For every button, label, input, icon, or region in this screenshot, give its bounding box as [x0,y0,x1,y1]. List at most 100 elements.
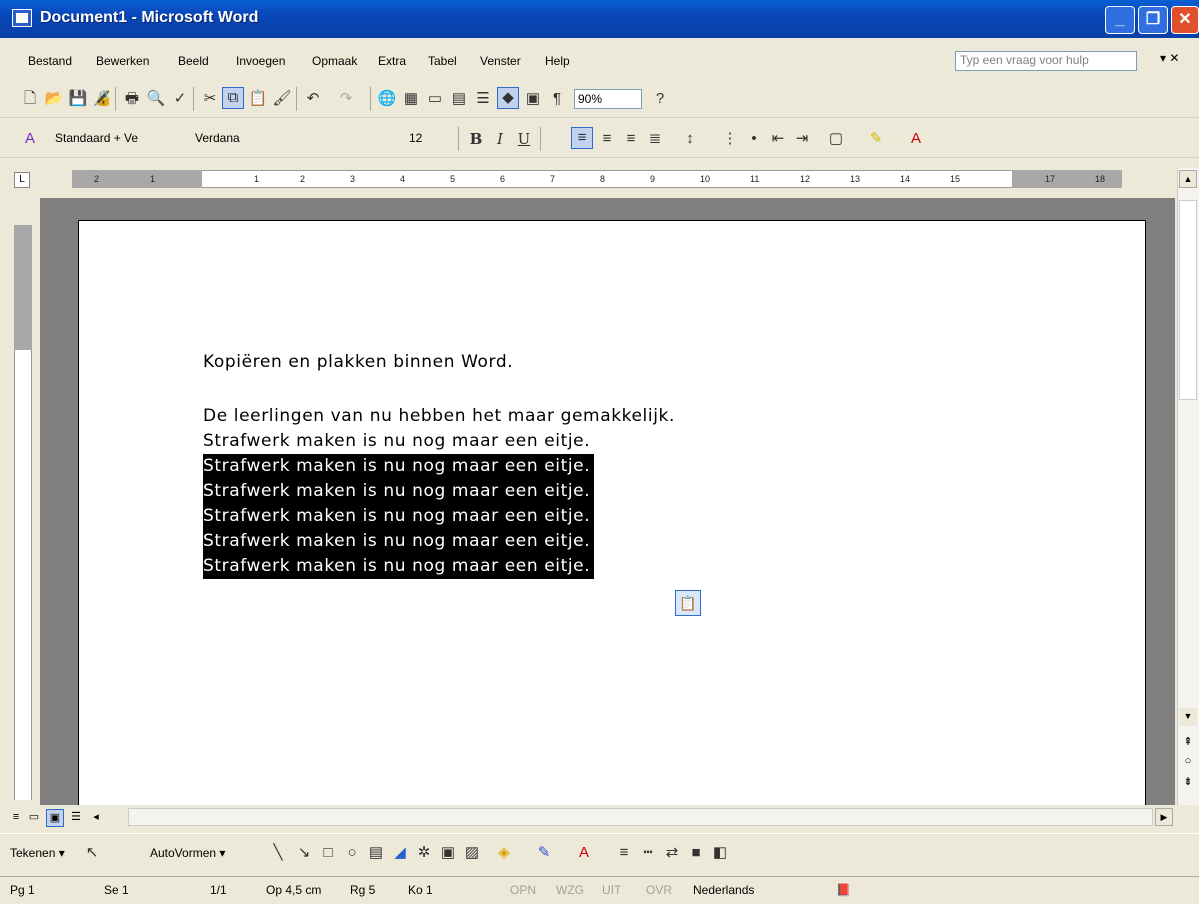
font-size-select[interactable]: 12 [406,129,452,149]
cut-icon[interactable]: ✂ [200,89,220,109]
status-trk[interactable]: WZG [556,883,584,897]
shadow-icon[interactable]: ■ [686,843,706,863]
increase-indent-icon[interactable]: ⇥ [792,129,812,149]
scroll-right-icon[interactable]: ▶ [1155,808,1173,826]
selected-line[interactable]: Strafwerk maken is nu nog maar een eitje… [203,529,595,554]
menu-beeld[interactable]: Beeld [178,54,209,68]
textbox-icon[interactable]: ▤ [366,843,386,863]
styles-icon[interactable]: A [20,129,40,149]
decrease-indent-icon[interactable]: ⇤ [768,129,788,149]
align-right-icon[interactable]: ≡ [621,129,641,149]
status-ovr[interactable]: OVR [646,883,672,897]
doc-line[interactable]: De leerlingen van nu hebben het maar gem… [203,404,675,429]
menu-opmaak[interactable]: Opmaak [312,54,357,68]
previous-page-icon[interactable]: ⇞ [1181,735,1195,751]
show-hide-icon[interactable]: ¶ [547,89,567,109]
next-page-icon[interactable]: ⇟ [1181,775,1195,791]
font-select[interactable]: Verdana [192,129,406,149]
borders-icon[interactable]: ▢ [826,129,846,149]
line-icon[interactable]: ╲ [268,843,288,863]
fill-color-icon[interactable]: ◈ [494,843,514,863]
line-spacing-icon[interactable]: ↕ [680,129,700,149]
insert-excel-icon[interactable]: ▤ [449,89,469,109]
wordart-icon[interactable]: ◢ [390,843,410,863]
draw-font-color-icon[interactable]: A [574,843,594,863]
justify-icon[interactable]: ≣ [645,129,665,149]
undo-icon[interactable]: ↶ [303,89,323,109]
outline-view-icon[interactable]: ☰ [68,809,84,825]
selected-line[interactable]: Strafwerk maken is nu nog maar een eitje… [203,504,595,529]
menu-bewerken[interactable]: Bewerken [96,54,149,68]
selected-line[interactable]: Strafwerk maken is nu nog maar een eitje… [203,479,595,504]
autoshapes-menu-button[interactable]: AutoVormen ▾ [150,846,225,860]
diagram-icon[interactable]: ✲ [414,843,434,863]
draw-menu-button[interactable]: Tekenen ▾ [10,846,65,860]
menu-invoegen[interactable]: Invoegen [236,54,285,68]
insert-table-icon[interactable]: ▭ [425,89,445,109]
picture-icon[interactable]: ▨ [462,843,482,863]
permission-icon[interactable]: 🔏 [92,89,112,109]
scroll-thumb[interactable] [1179,200,1197,400]
line-style-icon[interactable]: ≡ [614,843,634,863]
format-painter-icon[interactable]: 🖌 [272,89,292,109]
spelling-icon[interactable]: ✓ [170,89,190,109]
print-preview-icon[interactable]: 🔍 [146,89,166,109]
menu-venster[interactable]: Venster [480,54,521,68]
open-icon[interactable]: 📂 [44,89,64,109]
style-select[interactable]: Standaard + Ve [52,129,192,149]
print-icon[interactable]: 🖶 [122,89,142,109]
status-ext[interactable]: UIT [602,883,621,897]
spelling-status-icon[interactable]: 📕 [836,883,851,897]
menu-help[interactable]: Help [545,54,570,68]
help-icon[interactable]: ? [650,89,670,109]
selected-line[interactable]: Strafwerk maken is nu nog maar een eitje… [203,554,595,579]
menu-extra[interactable]: Extra [378,54,406,68]
dash-style-icon[interactable]: ┅ [638,843,658,863]
horizontal-scrollbar[interactable] [128,808,1153,826]
rectangle-icon[interactable]: □ [318,843,338,863]
3d-icon[interactable]: ◧ [710,843,730,863]
bullets-icon[interactable]: • [744,129,764,149]
align-center-icon[interactable]: ≡ [597,129,617,149]
underline-button[interactable]: U [514,129,534,149]
horizontal-ruler[interactable] [72,170,1122,188]
document-close-icon[interactable]: ▾ ✕ [1160,51,1179,65]
menu-tabel[interactable]: Tabel [428,54,457,68]
redo-icon[interactable]: ↷ [336,89,356,109]
drawing-icon[interactable]: ◆ [497,87,519,109]
web-layout-icon[interactable]: ▭ [26,809,42,825]
minimize-button[interactable]: _ [1105,6,1135,34]
save-icon[interactable]: 💾 [68,89,88,109]
menu-bestand[interactable]: Bestand [28,54,72,68]
scroll-up-icon[interactable]: ▲ [1179,170,1197,188]
selected-line[interactable]: Strafwerk maken is nu nog maar een eitje… [203,454,595,479]
print-layout-icon[interactable]: ▣ [46,809,64,827]
clip-art-icon[interactable]: ▣ [438,843,458,863]
paste-icon[interactable]: 📋 [248,89,268,109]
select-objects-icon[interactable]: ↖ [82,843,102,863]
paste-options-icon[interactable]: 📋 [675,590,701,616]
scroll-left-icon[interactable]: ◂ [88,809,104,825]
tab-selector[interactable]: L [14,172,30,188]
select-browse-object-icon[interactable]: ○ [1181,755,1195,771]
status-rec[interactable]: OPN [510,883,536,897]
tables-borders-icon[interactable]: ▦ [401,89,421,109]
arrow-icon[interactable]: ↘ [294,843,314,863]
line-color-icon[interactable]: ✎ [534,843,554,863]
word-app-icon[interactable] [12,9,32,27]
numbering-icon[interactable]: ⋮ [720,129,740,149]
scroll-down-icon[interactable]: ▼ [1179,708,1197,726]
bold-button[interactable]: B [466,129,486,149]
columns-icon[interactable]: ☰ [473,89,493,109]
doc-line[interactable]: Kopiëren en plakken binnen Word. [203,350,513,375]
new-document-icon[interactable]: 🗋 [20,89,40,109]
zoom-select[interactable]: 90% [574,89,642,109]
maximize-button[interactable]: ❐ [1138,6,1168,34]
doc-line[interactable]: Strafwerk maken is nu nog maar een eitje… [203,429,590,454]
normal-view-icon[interactable]: ≡ [8,809,24,825]
hyperlink-icon[interactable]: 🌐 [377,89,397,109]
help-search-input[interactable]: Typ een vraag voor hulp [955,51,1137,71]
italic-button[interactable]: I [490,129,510,149]
oval-icon[interactable]: ○ [342,843,362,863]
align-left-icon[interactable]: ≡ [571,127,593,149]
